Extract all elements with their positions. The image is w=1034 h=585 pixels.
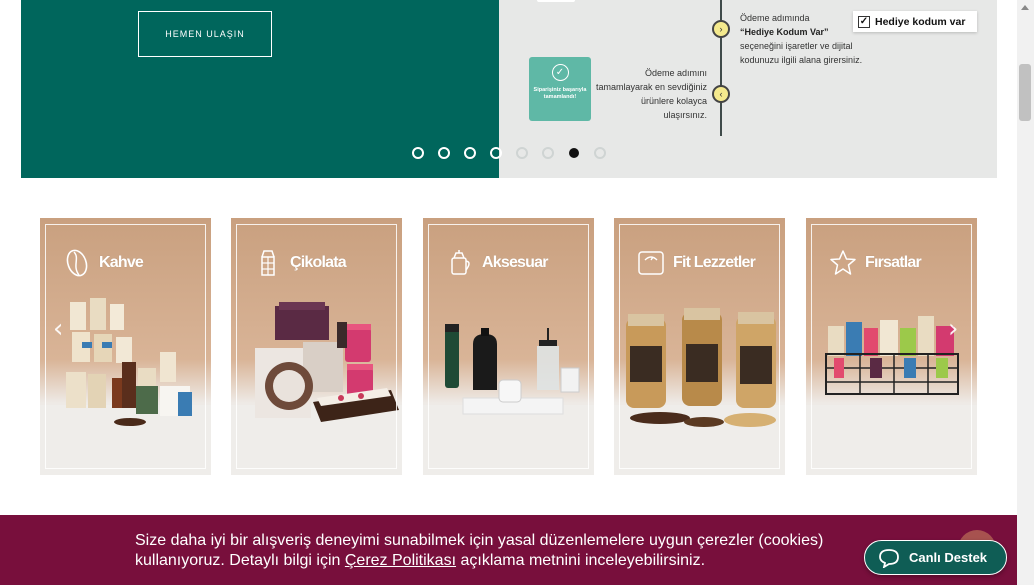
cookie-policy-link[interactable]: Çerez Politikası	[345, 552, 456, 569]
live-support-button[interactable]: Canlı Destek	[864, 540, 1007, 575]
cookie-text-after: açıklama metnini inceleyebilirsiniz.	[456, 552, 706, 569]
category-card-cikolata[interactable]: Çikolata	[231, 218, 402, 475]
slider-dot[interactable]	[516, 147, 528, 159]
order-success-text: Siparişiniz başarıyla tamamlandı!	[533, 87, 587, 100]
category-title: Fırsatlar	[865, 254, 922, 271]
coffee-products-image	[66, 298, 192, 426]
checkbox-checked-icon: ✓	[858, 15, 870, 28]
slider-dot[interactable]	[542, 147, 554, 159]
carousel-prev-icon[interactable]: ‹	[53, 316, 67, 342]
slider-dot[interactable]	[412, 147, 424, 159]
slider-dot[interactable]	[490, 147, 502, 159]
slider-dot-active[interactable]	[569, 148, 579, 158]
category-card-firsatlar[interactable]: Fırsatlar	[806, 218, 977, 475]
cookie-consent-text: Size daha iyi bir alışveriş deneyimi sun…	[135, 531, 905, 571]
chat-bubble-icon	[879, 548, 899, 568]
scale-icon	[636, 248, 666, 278]
step-gift-line2: seçeneğini işaretler ve dijital kodunuzu…	[740, 41, 863, 65]
step-payment-text: Ödeme adımını tamamlayarak en sevdiğiniz…	[595, 68, 707, 120]
category-heading: Fit Lezzetler	[636, 248, 756, 278]
accessory-products-image	[445, 324, 580, 415]
order-success-card: ✓ Siparişiniz başarıyla tamamlandı!	[529, 57, 591, 121]
category-heading: Fırsatlar	[828, 248, 922, 278]
check-circle-icon: ✓	[551, 64, 569, 81]
step-gift-code-text: Ödeme adımında “Hediye Kodum Var” seçene…	[740, 11, 870, 67]
page-scrollbar[interactable]	[1017, 0, 1034, 585]
category-title: Fit Lezzetler	[673, 254, 756, 271]
coffee-pot-icon	[445, 248, 475, 278]
scroll-up-arrow-icon[interactable]	[1021, 5, 1029, 10]
timeline-step-icon: ›	[712, 20, 730, 38]
category-card-fit-lezzetler[interactable]: Fit Lezzetler	[614, 218, 785, 475]
gift-code-checkbox-sample: ✓ Hediye kodum var	[853, 11, 977, 32]
category-title: Çikolata	[290, 254, 347, 271]
category-heading: Çikolata	[253, 248, 347, 278]
slider-dot[interactable]	[464, 147, 476, 159]
category-heading: Kahve	[62, 248, 144, 278]
chocolate-products-image	[255, 302, 399, 422]
chocolate-bar-icon	[253, 248, 283, 278]
gift-checkbox-label: Hediye kodum var	[875, 15, 966, 28]
category-heading: Aksesuar	[445, 248, 548, 278]
category-card-kahve[interactable]: Kahve	[40, 218, 211, 475]
category-carousel: Kahve Çikolata Aksesuar Fit Lezzetler Fı…	[40, 218, 977, 475]
star-icon	[828, 248, 858, 278]
fit-products-image	[626, 308, 776, 427]
live-support-label: Canlı Destek	[909, 550, 988, 565]
timeline-step-icon: ‹	[712, 85, 730, 103]
slider-dot[interactable]	[438, 147, 450, 159]
slider-dot[interactable]	[594, 147, 606, 159]
carousel-next-icon[interactable]: ›	[948, 316, 962, 342]
step-gift-bold: “Hediye Kodum Var”	[740, 27, 829, 37]
category-title: Kahve	[99, 254, 144, 271]
contact-now-button[interactable]: HEMEN ULAŞIN	[138, 11, 272, 57]
step-gift-line1: Ödeme adımında	[740, 13, 810, 23]
category-title: Aksesuar	[482, 254, 548, 271]
step-card-edge	[537, 0, 575, 2]
category-card-aksesuar[interactable]: Aksesuar	[423, 218, 594, 475]
scrollbar-thumb[interactable]	[1019, 64, 1031, 121]
coffee-bean-icon	[62, 248, 92, 278]
slider-pagination	[412, 147, 606, 159]
